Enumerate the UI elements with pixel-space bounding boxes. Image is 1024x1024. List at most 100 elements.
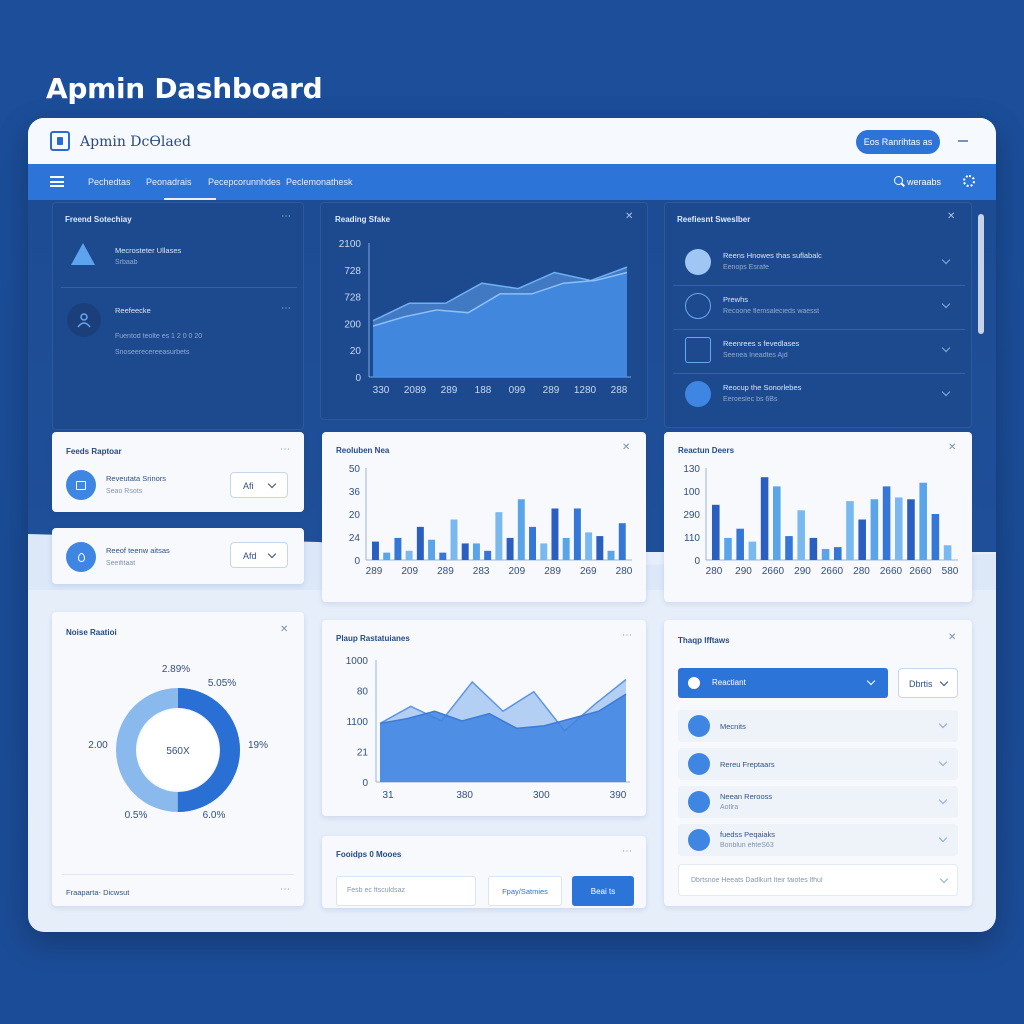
bar xyxy=(870,499,879,560)
chevron-down-icon xyxy=(938,795,948,805)
primary-dropdown[interactable]: Reactiant xyxy=(678,668,888,698)
x-tick-label: 289 xyxy=(441,385,458,396)
select-value: Afi xyxy=(243,481,254,491)
calendar-icon xyxy=(66,470,96,500)
more-icon[interactable]: ⋯ xyxy=(281,211,291,222)
bar xyxy=(394,537,402,560)
minimize-icon[interactable] xyxy=(958,140,968,142)
donut-center-label: 560X xyxy=(166,746,190,757)
card-title: Fooidps 0 Mooes xyxy=(336,850,402,859)
globe-icon xyxy=(685,381,711,407)
y-tick-label: 20 xyxy=(350,346,362,357)
close-icon[interactable]: ✕ xyxy=(948,632,956,643)
more-icon[interactable]: ⋯ xyxy=(281,303,291,314)
items-select[interactable]: Afd xyxy=(230,542,288,568)
feeds-select[interactable]: Afi xyxy=(230,472,288,498)
app-title: Apmin DcƟlaed xyxy=(80,134,191,150)
more-icon[interactable]: ⋯ xyxy=(280,884,290,895)
y-tick-label: 21 xyxy=(357,748,369,759)
header-action-button[interactable]: Eos Ranrihtas as xyxy=(856,130,940,154)
gear-icon[interactable] xyxy=(963,175,975,187)
search-label[interactable]: weraabs xyxy=(907,177,941,187)
row-subtitle: Aotlra xyxy=(720,804,739,811)
bar xyxy=(450,519,458,560)
reading-state-card: Reading Sfake ✕ 2100 728 728 200 20 0 330 2089 2… xyxy=(320,202,648,420)
status-icon xyxy=(688,677,700,689)
filter-input[interactable]: Fesb ec ftsculdsaz xyxy=(336,876,476,906)
row-title: Reocup the Sonorlebes xyxy=(723,383,802,392)
chevron-down-icon xyxy=(938,719,948,729)
more-icon[interactable]: ⋯ xyxy=(280,444,290,455)
menu-icon[interactable] xyxy=(50,176,64,187)
x-tick-label: 289 xyxy=(544,566,561,577)
recent-search-row[interactable]: Reocup the Sonorlebes Eeroeslec bs 6Bs xyxy=(673,375,965,415)
drop-icon xyxy=(66,542,96,572)
nav-item-1[interactable]: Pechedtas xyxy=(88,177,131,187)
y-tick-label: 20 xyxy=(349,510,361,521)
bar xyxy=(461,543,469,560)
x-tick-label: 288 xyxy=(611,385,628,396)
select-value: Afd xyxy=(243,551,257,561)
feeds-report-card: Feeds Raptoar ⋯ Reveutata Srinors Seao R… xyxy=(52,432,304,512)
bar xyxy=(484,550,492,560)
resolution-card: Reoluben Nea ✕ 50 36 20 24 0 289 209 289 283 209 2… xyxy=(322,432,646,602)
scrollbar[interactable] xyxy=(978,214,984,334)
reaction-card: Reactun Deers ✕ 130 100 290 110 0 280 290 2660 2… xyxy=(664,432,972,602)
card-footer[interactable]: Fraaparta- Dicwsut xyxy=(66,888,129,897)
apply-filter-button[interactable]: Beai ts xyxy=(572,876,634,906)
recent-search-row[interactable]: Reenrees s fevedlases Seenea Ineadtes Ajd xyxy=(673,331,965,374)
nav-item-2[interactable]: Peonadrais xyxy=(146,177,192,187)
x-tick-label: 380 xyxy=(456,790,473,801)
list-item[interactable]: fuedss Peqaiaks Bonblun ehteS63 xyxy=(678,824,958,856)
card-icon xyxy=(685,337,711,363)
recent-searches-card: Reefiesnt Sweslber ✕ Reens Hnowes thas s… xyxy=(664,202,972,428)
filter-card: Fooidps 0 Mooes ⋯ Fesb ec ftsculdsaz Fpa… xyxy=(322,836,646,908)
slice-label: 6.0% xyxy=(203,810,226,821)
bar xyxy=(724,537,732,560)
recent-search-row[interactable]: Prewhs Recoone flemsalecieds waesst xyxy=(673,287,965,330)
recent-items-card: Reeof teenw aitsas Seeifitaat Afd xyxy=(52,528,304,584)
x-tick-label: 280 xyxy=(706,566,723,577)
footer-input-text: Dbrtsnoe Heeats Dadlkurt Iteir faiotes l… xyxy=(691,877,823,884)
list-item[interactable]: Neean Rerooss Aotlra xyxy=(678,786,958,818)
bar xyxy=(895,497,903,560)
close-icon[interactable]: ✕ xyxy=(280,624,288,635)
slice-label: 0.5% xyxy=(125,810,148,821)
row-title: Reenrees s fevedlases xyxy=(723,339,800,348)
y-tick-label: 36 xyxy=(349,487,361,498)
y-tick-label: 290 xyxy=(683,510,700,521)
secondary-dropdown[interactable]: Dbrtis xyxy=(898,668,958,698)
row-subtitle: Seenea Ineadtes Ajd xyxy=(723,352,788,359)
footer-input[interactable]: Dbrtsnoe Heeats Dadlkurt Iteir faiotes l… xyxy=(678,864,958,896)
friend-selection-card: Freend Sotechiay ⋯ Mecrosteter Ullases S… xyxy=(52,202,304,430)
secondary-filter-button[interactable]: Fpay/Satmies xyxy=(488,876,562,906)
slice-label: 2.89% xyxy=(162,664,190,675)
list-item[interactable]: Rereu Freptaars xyxy=(678,748,958,780)
y-tick-label: 1100 xyxy=(346,717,368,728)
nav-item-3[interactable]: Pecepcorunnhdes xyxy=(208,177,281,187)
divider xyxy=(61,287,297,288)
card-title: Thaqp lfftaws xyxy=(678,636,730,645)
slice-label: 2.00 xyxy=(88,740,108,751)
reaction-bar-chart: 130 100 290 110 0 280 290 2660 290 2660 280 2660 266… xyxy=(683,464,959,577)
bar xyxy=(618,523,626,560)
bar xyxy=(551,508,559,560)
y-tick-label: 0 xyxy=(355,373,361,384)
search-icon[interactable] xyxy=(894,176,903,185)
close-icon[interactable]: ✕ xyxy=(947,211,955,222)
recent-search-row[interactable]: Reens Hnowes thas suflabalc Eenops Esrafe xyxy=(673,243,965,286)
x-tick-label: 580 xyxy=(942,566,959,577)
noise-ratio-card: Noise Raatioi ✕ 560X 2.89% 5.05% 19% 0.5% 6.0… xyxy=(52,612,304,906)
row-subtitle: Bonblun ehteS63 xyxy=(720,842,774,849)
bar xyxy=(416,526,424,560)
chevron-down-icon xyxy=(941,387,951,397)
bar xyxy=(773,486,781,560)
nav-item-4[interactable]: Peclemonathesk xyxy=(286,177,353,187)
list-item[interactable]: Mecnits xyxy=(678,710,958,742)
more-icon[interactable]: ⋯ xyxy=(622,846,632,857)
bar xyxy=(439,552,447,560)
divider xyxy=(673,373,965,374)
items-list-card: Thaqp lfftaws ✕ Reactiant Dbrtis Mecnits… xyxy=(664,620,972,906)
globe-icon xyxy=(688,791,710,813)
row-subtitle: Seao Rsots xyxy=(106,488,143,495)
